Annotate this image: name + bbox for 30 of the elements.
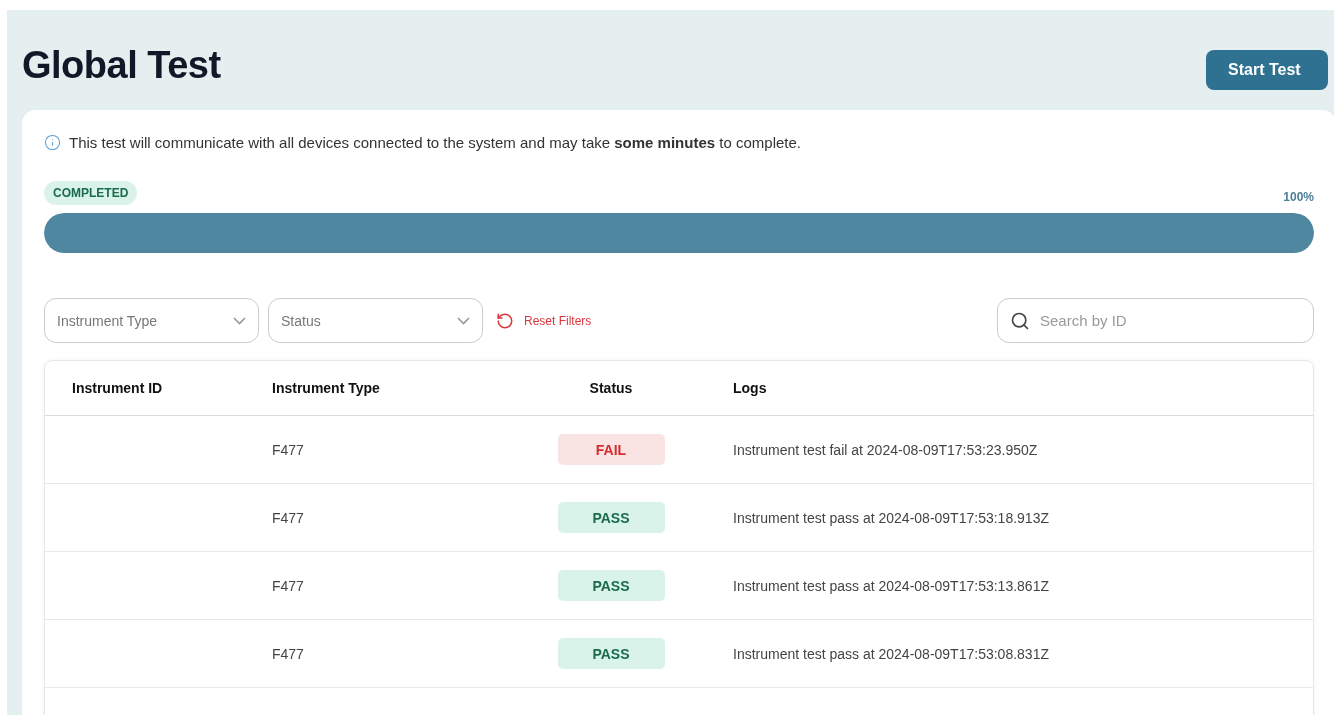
status-tag: FAIL (557, 434, 665, 465)
table-cell-text: F477 (272, 577, 305, 594)
table-cell-text: Instrument test fail at 2024-08-09T17:53:23.950Z (732, 441, 1039, 458)
table-cell-text: Instrument test pass at 2024-08-09T17:53:18.913Z (732, 509, 1050, 526)
filter-dropdown[interactable]: Status (268, 298, 483, 343)
search-field[interactable]: Search by ID (997, 298, 1314, 343)
filter-dropdown[interactable]: Instrument Type (44, 298, 259, 343)
column-header: Logs (732, 380, 767, 396)
status-badge: COMPLETED (44, 181, 138, 205)
page-title: Global Test (22, 42, 221, 87)
table-cell-text: Instrument test pass at 2024-08-09T17:53:13.861Z (732, 577, 1050, 594)
progress-percent: 100% (1283, 189, 1314, 204)
status-tag: PASS (557, 638, 665, 669)
reset-icon (496, 311, 514, 330)
notice-text: This test will communicate with all devices connected to the system and may take some minutes to complete. (69, 134, 801, 151)
reset-filters-button[interactable]: Reset Filters (492, 311, 596, 330)
table-cell-text: F477 (272, 509, 305, 526)
status-tag: PASS (557, 502, 665, 533)
table-cell-text: Instrument test pass at 2024-08-09T17:53:08.831Z (732, 645, 1050, 662)
chevron-down-icon (233, 316, 246, 325)
table-cell-text: F477 (272, 441, 305, 458)
search-icon (1010, 310, 1030, 331)
chevron-down-icon (457, 316, 470, 325)
column-header: Status (589, 380, 633, 396)
info-icon (44, 134, 61, 151)
column-header: Instrument Type (272, 380, 380, 396)
column-header: Instrument ID (72, 380, 163, 396)
start-test-button[interactable]: Start Test (1206, 50, 1328, 90)
table-cell-text: F477 (272, 645, 305, 662)
status-tag: PASS (557, 570, 665, 601)
